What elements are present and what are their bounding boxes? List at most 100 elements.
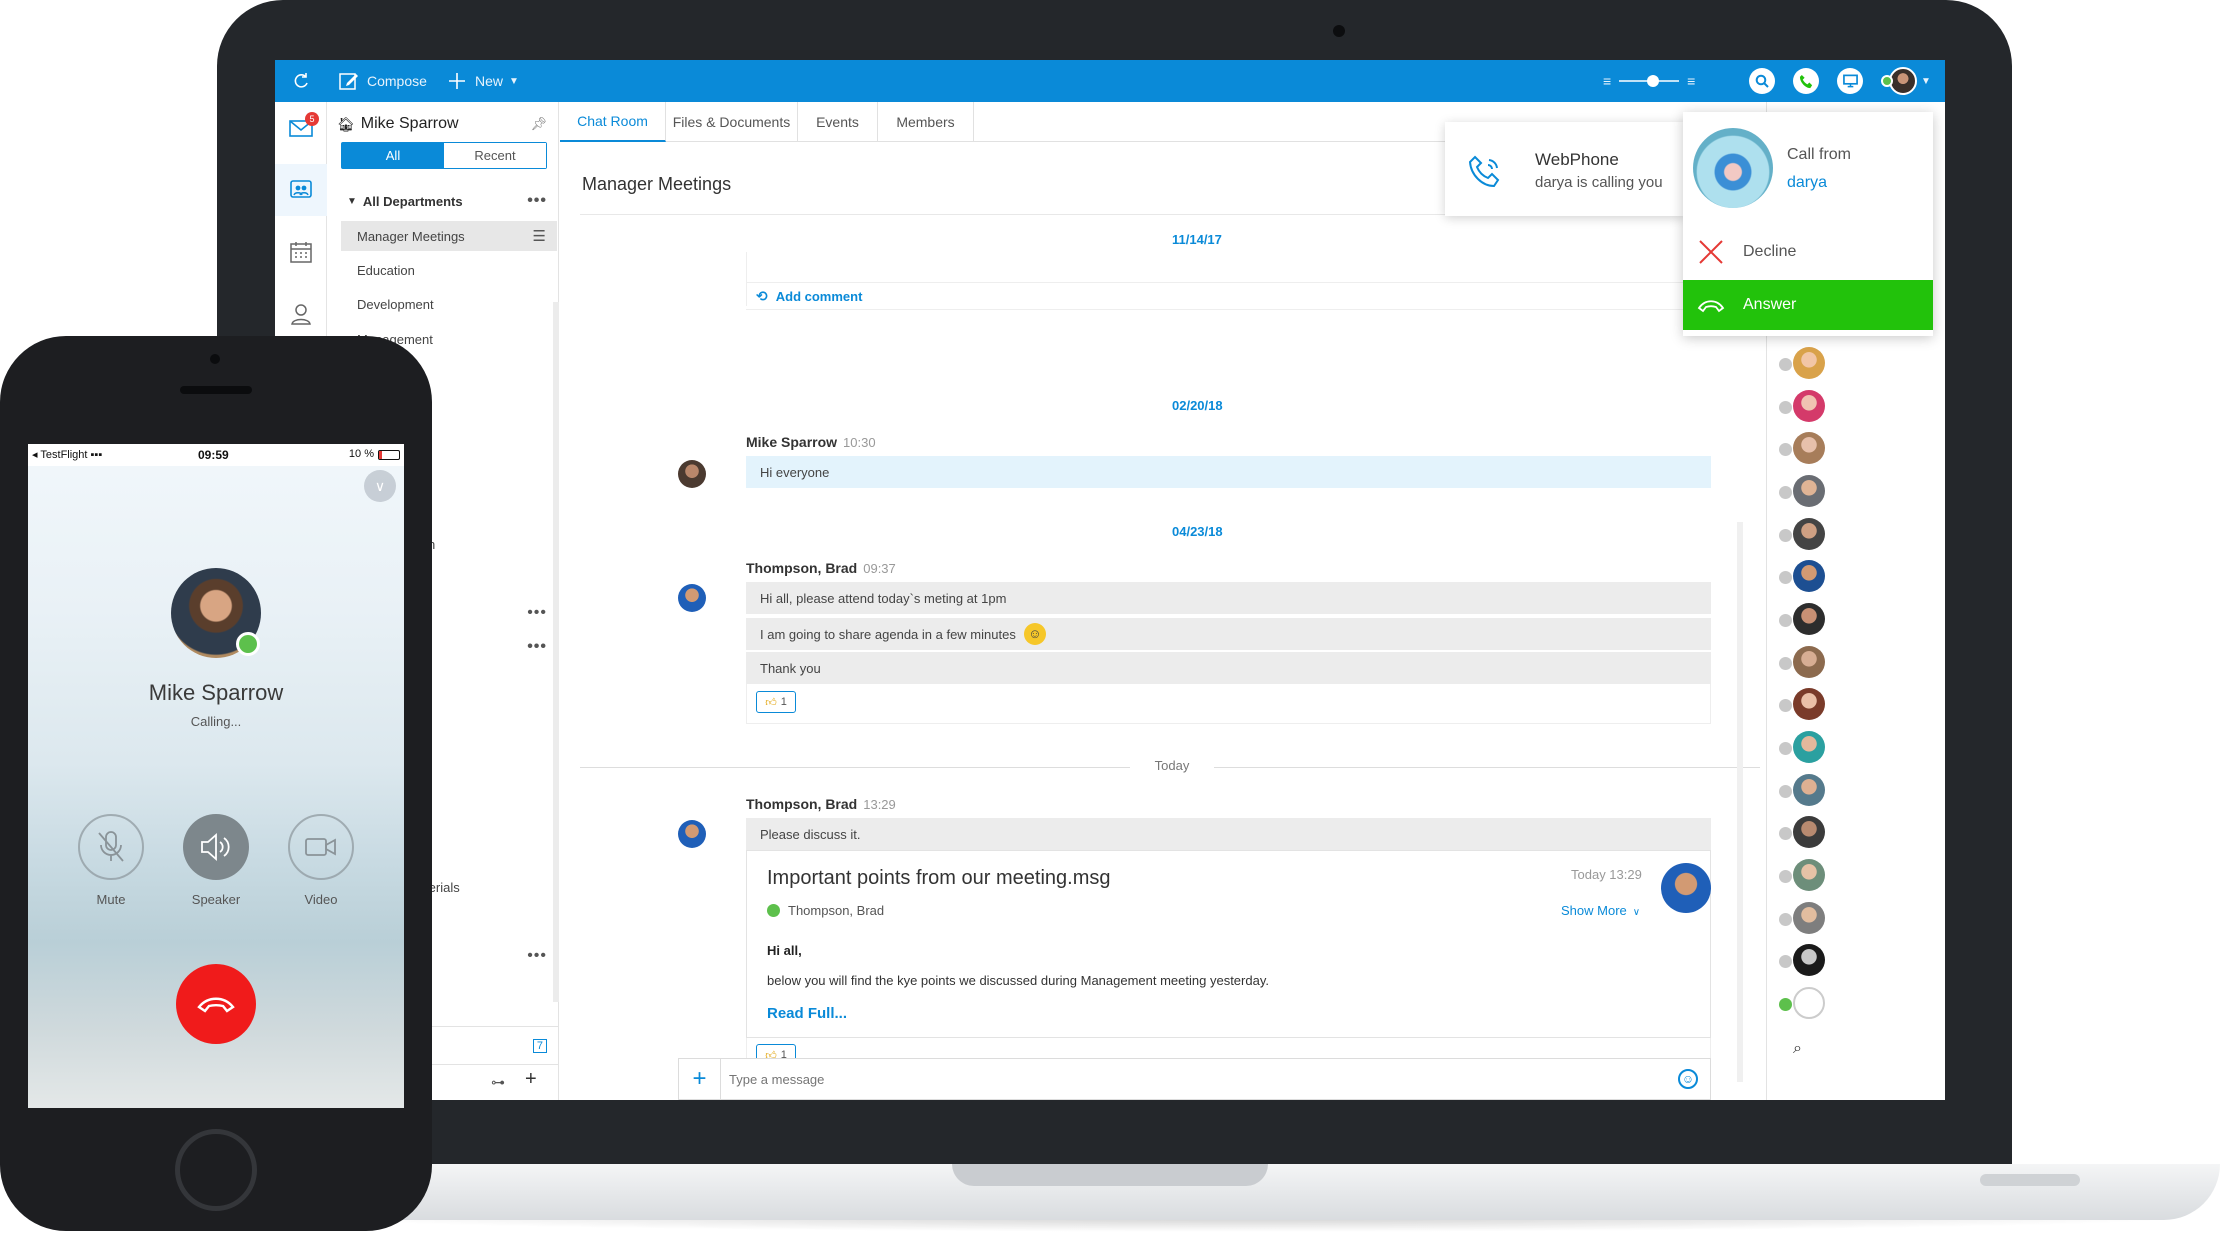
answer-button[interactable]: Answer xyxy=(1683,280,1933,330)
more-icon[interactable]: ••• xyxy=(527,638,547,656)
tab-members[interactable]: Members xyxy=(878,102,974,142)
department-group[interactable]: ▼ All Departments ••• xyxy=(341,186,557,216)
avatar[interactable] xyxy=(678,820,706,848)
refresh-button[interactable] xyxy=(289,60,313,102)
contact-presence[interactable] xyxy=(1779,774,1825,808)
sidebar-item-education[interactable]: Education xyxy=(341,255,557,285)
pin-icon[interactable]: 📌︎ xyxy=(530,116,547,132)
wide-density-icon: ≡ xyxy=(1687,73,1696,89)
attach-plus-button[interactable]: + xyxy=(679,1059,721,1099)
status-dot xyxy=(1779,571,1792,584)
tab-chat-room[interactable]: Chat Room xyxy=(560,102,666,142)
decline-label: Decline xyxy=(1743,243,1797,260)
message-input[interactable] xyxy=(729,1067,1629,1091)
avatar xyxy=(1793,518,1825,550)
contact-presence[interactable] xyxy=(1779,688,1825,722)
speaker-button[interactable] xyxy=(183,814,249,880)
sidebar-item-label: Manager Meetings xyxy=(357,228,465,244)
online-status-dot xyxy=(236,632,260,656)
tab-files-documents[interactable]: Files & Documents xyxy=(666,102,798,142)
emoji-picker-button[interactable]: ☺ xyxy=(1678,1069,1698,1089)
webphone-notification[interactable]: WebPhone darya is calling you xyxy=(1445,122,1685,216)
contact-presence[interactable] xyxy=(1779,987,1825,1021)
contact-presence[interactable] xyxy=(1779,646,1825,680)
contact-presence[interactable] xyxy=(1779,560,1825,594)
status-app: ◂ TestFlight ▪▪▪ xyxy=(32,449,103,461)
show-more-link[interactable]: Show More ∨ xyxy=(1561,903,1640,918)
chat-scrollbar[interactable] xyxy=(1737,522,1743,1082)
rail-calendar[interactable] xyxy=(275,226,327,278)
more-icon[interactable]: ••• xyxy=(527,192,547,210)
sidebar-scrollbar[interactable] xyxy=(553,302,559,1002)
top-bar: Compose New ▼ ≡ ≡ ▼ xyxy=(275,60,1945,102)
filter-all-button[interactable]: All xyxy=(342,143,444,168)
more-icon[interactable]: ••• xyxy=(527,947,547,965)
add-room-icon[interactable]: + xyxy=(525,1068,537,1091)
contact-presence[interactable] xyxy=(1779,731,1825,765)
sidebar-item-manager-meetings[interactable]: Manager Meetings ☰ xyxy=(341,221,557,251)
avatar xyxy=(1793,987,1825,1019)
sidebar-item-label: Development xyxy=(357,296,434,312)
filter-recent-button[interactable]: Recent xyxy=(444,143,546,168)
avatar xyxy=(1793,944,1825,976)
new-button[interactable]: New ▼ xyxy=(445,60,519,102)
menu-icon[interactable]: ☰ xyxy=(533,227,547,245)
read-full-link[interactable]: Read Full... xyxy=(767,1005,847,1022)
contact-presence[interactable] xyxy=(1779,432,1825,466)
home-button[interactable] xyxy=(175,1129,257,1211)
more-icon[interactable]: ••• xyxy=(527,604,547,622)
contact-presence[interactable] xyxy=(1779,902,1825,936)
rail-chat[interactable] xyxy=(275,164,327,216)
video-button[interactable] xyxy=(288,814,354,880)
status-app-label: TestFlight xyxy=(40,449,88,461)
search-icon[interactable]: ⌕ xyxy=(1793,1040,1802,1058)
avatar xyxy=(1793,560,1825,592)
contact-presence[interactable] xyxy=(1779,347,1825,381)
contact-presence[interactable] xyxy=(1779,859,1825,893)
plus-icon: + xyxy=(692,1065,707,1092)
contact-presence[interactable] xyxy=(1779,390,1825,424)
contact-presence[interactable] xyxy=(1779,475,1825,509)
screen-share-button[interactable] xyxy=(1837,60,1863,102)
rail-mail[interactable]: 5 xyxy=(275,102,327,154)
caller-name: Mike Sparrow xyxy=(148,680,284,705)
decline-button[interactable]: Decline xyxy=(1683,224,1933,280)
comment-box xyxy=(746,252,1711,306)
tab-events[interactable]: Events xyxy=(798,102,878,142)
contact-presence[interactable] xyxy=(1779,816,1825,850)
online-status-dot xyxy=(1881,75,1893,87)
status-dot xyxy=(1779,401,1792,414)
reaction-row xyxy=(746,684,1711,724)
email-body: below you will find the kye points we di… xyxy=(767,973,1269,988)
contact-presence[interactable] xyxy=(1779,518,1825,552)
minimize-call-button[interactable]: ∨ xyxy=(364,470,396,502)
contact-presence[interactable] xyxy=(1779,944,1825,978)
avatar[interactable] xyxy=(678,460,706,488)
avatar[interactable] xyxy=(678,584,706,612)
chevron-down-icon: ∨ xyxy=(374,477,386,494)
caller-name: darya xyxy=(1787,174,1828,191)
mic-off-icon xyxy=(98,831,124,862)
contact-presence[interactable] xyxy=(1779,603,1825,637)
email-greeting: Hi all, xyxy=(767,943,802,958)
add-comment-button[interactable]: ⟲ Add comment xyxy=(756,288,862,305)
sidebar-item-development[interactable]: Development xyxy=(341,289,557,319)
status-time: 09:59 xyxy=(198,448,229,462)
phone-button[interactable] xyxy=(1793,60,1819,102)
tree-icon[interactable]: ⊶ xyxy=(491,1074,505,1091)
battery-icon xyxy=(378,450,400,460)
profile-menu[interactable]: ▼ xyxy=(1881,60,1931,102)
status-dot xyxy=(1779,742,1792,755)
status-dot xyxy=(1779,870,1792,883)
mute-button[interactable] xyxy=(78,814,144,880)
hang-up-button[interactable] xyxy=(176,964,256,1044)
like-reaction[interactable]: 👍︎ 1 xyxy=(756,691,796,713)
zoom-slider[interactable]: ≡ ≡ xyxy=(1603,60,1707,102)
search-button[interactable] xyxy=(1749,60,1775,102)
compose-button[interactable]: Compose xyxy=(337,60,427,102)
email-attachment-card[interactable]: Important points from our meeting.msg To… xyxy=(746,850,1711,1038)
status-dot xyxy=(1779,614,1792,627)
sidebar-item-label: Education xyxy=(357,262,415,278)
status-dot xyxy=(1779,657,1792,670)
rail-contacts[interactable] xyxy=(275,288,327,340)
